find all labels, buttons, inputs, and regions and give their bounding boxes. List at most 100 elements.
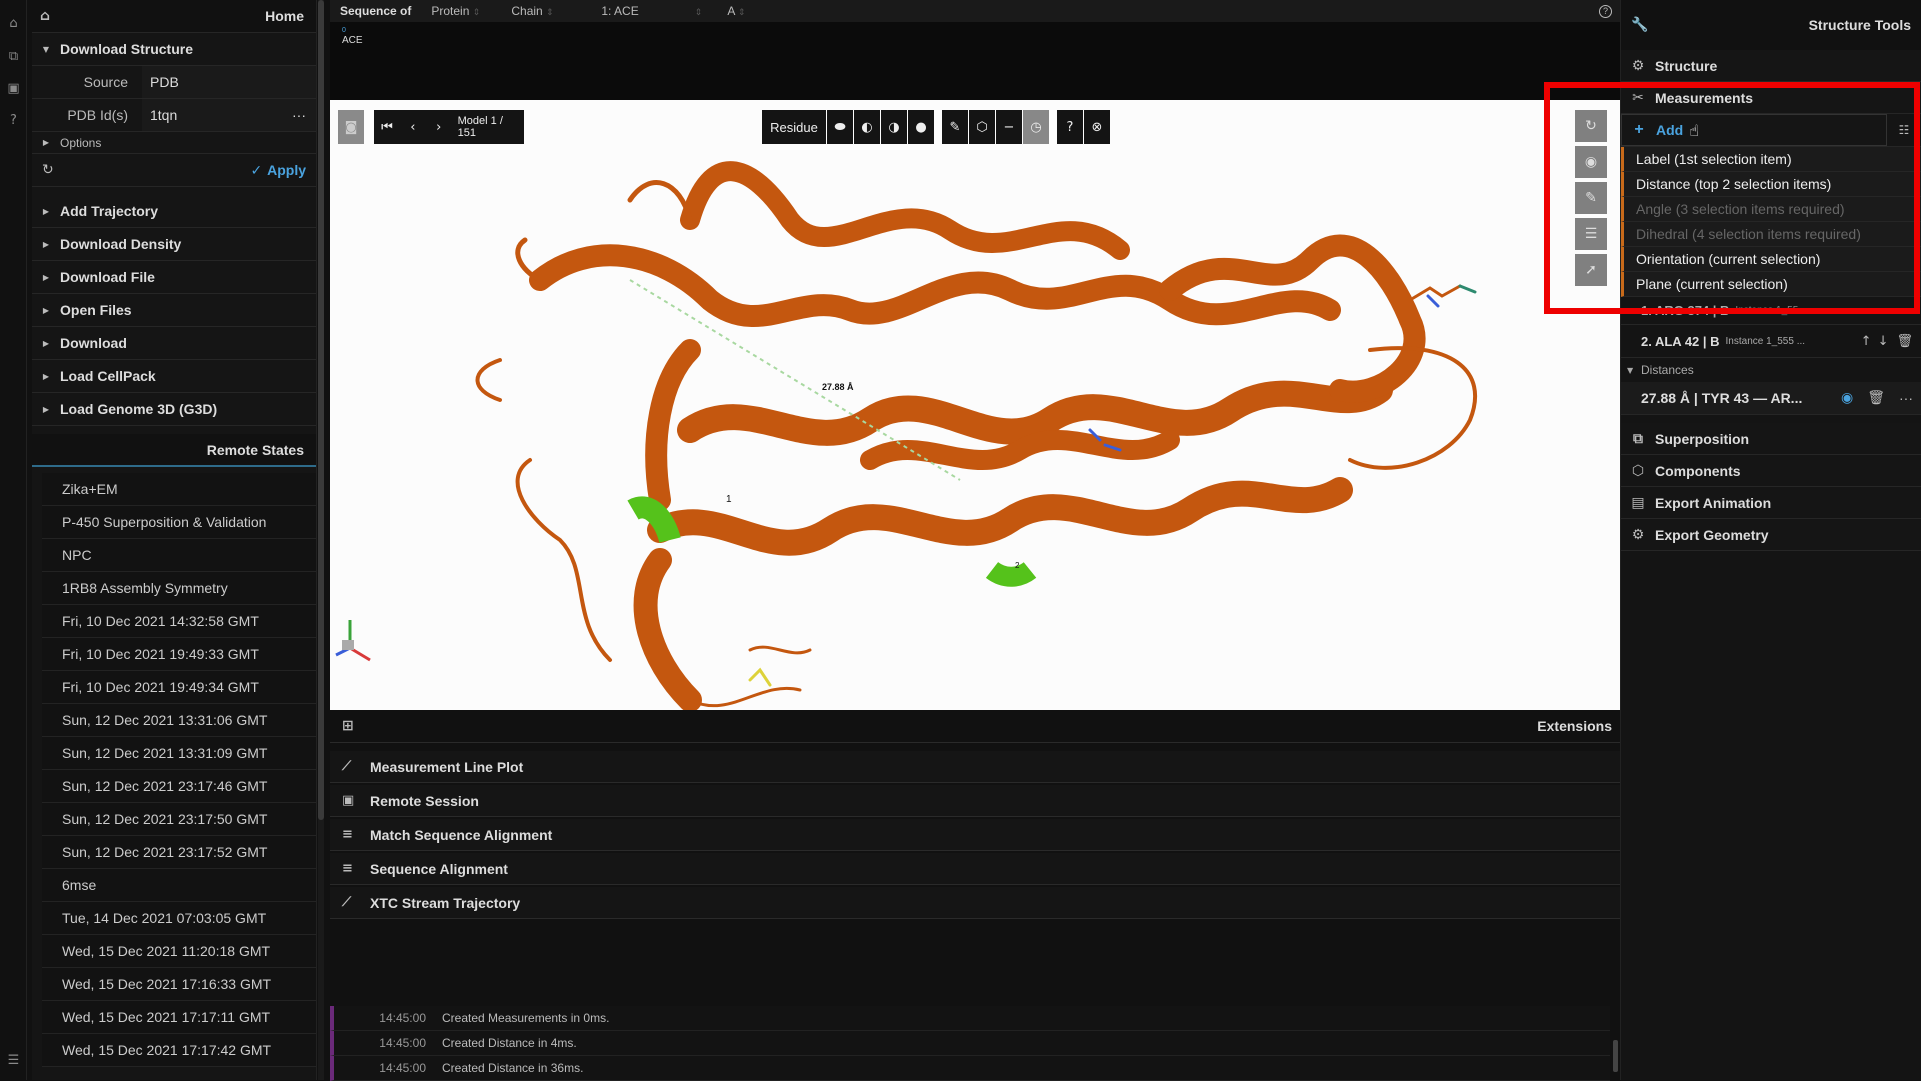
cube-icon[interactable]: ⬡ (969, 110, 995, 144)
add-selection-icon[interactable]: ◐ (854, 110, 880, 144)
extension-item[interactable]: ⟋ XTC Stream Trajectory (330, 887, 1620, 919)
section-superposition[interactable]: ⧉ Superposition (1621, 423, 1921, 455)
remote-state-item[interactable]: Wed, 15 Dec 2021 17:16:33 GMT (42, 968, 316, 1001)
prev-model-icon[interactable]: ‹ (400, 120, 426, 135)
clear-icon[interactable]: ⊗ (1084, 110, 1110, 144)
icon-rail: ⌂ ⧉ ▣ ? ☰ (0, 0, 27, 1080)
sequence-residue[interactable]: 0 ACE (330, 22, 1620, 46)
refresh-icon[interactable]: ↻ (42, 162, 54, 178)
trash-icon[interactable]: 🗑 (1896, 334, 1913, 349)
remote-state-item[interactable]: Tue, 14 Dec 2021 07:03:05 GMT (42, 902, 316, 935)
remote-state-item[interactable]: Wed, 15 Dec 2021 11:20:18 GMT (42, 935, 316, 968)
help-icon[interactable]: ? (1599, 4, 1612, 18)
remove-icon[interactable]: − (996, 110, 1022, 144)
pdb-ids-field[interactable]: PDB Id(s) 1tqn ··· (32, 99, 316, 132)
highlight-residue-2[interactable] (985, 561, 1037, 587)
action-item[interactable]: ▶ Open Files (32, 294, 316, 327)
help-icon[interactable]: ? (5, 112, 22, 129)
3d-viewport[interactable]: 27.88 Å 1 2 ◙ ⏮ ‹ › Model 1 / 151 Residu… (330, 100, 1620, 710)
distance-item[interactable]: 27.88 Å | TYR 43 — AR... ◉ 🗑 ··· (1621, 382, 1921, 415)
home-icon[interactable]: ⌂ (5, 15, 22, 32)
source-select[interactable]: PDB (142, 66, 316, 98)
tree-icon[interactable]: ⧉ (5, 48, 22, 65)
remote-state-item[interactable]: Sun, 12 Dec 2021 23:17:50 GMT (42, 803, 316, 836)
grid-icon[interactable]: ⊞ (342, 718, 354, 734)
expand-icon: ▶ (42, 338, 50, 348)
entity-select[interactable]: Protein ⇕ (425, 4, 505, 18)
action-item[interactable]: ▶ Download Density (32, 228, 316, 261)
remote-state-item[interactable]: NPC (42, 539, 316, 572)
help-icon[interactable]: ? (1057, 110, 1083, 144)
remote-state-item[interactable]: 1RB8 Assembly Symmetry (42, 572, 316, 605)
intersect-icon[interactable]: ◑ (881, 110, 907, 144)
extension-item[interactable]: ≡ Match Sequence Alignment (330, 819, 1620, 851)
remote-state-item[interactable]: 6mse (42, 869, 316, 902)
letter-select[interactable]: A ⇕ (721, 4, 761, 18)
screenshot-icon[interactable]: ◙ (338, 110, 364, 144)
structure-section[interactable]: ⚙ Structure (1621, 50, 1921, 82)
action-item[interactable]: ▶ Load Genome 3D (G3D) (32, 393, 316, 426)
move-down-icon[interactable]: ↓ (1878, 334, 1889, 349)
action-label: Download Density (60, 236, 182, 252)
next-model-icon[interactable]: › (426, 120, 452, 135)
action-label: Add Trajectory (60, 203, 159, 219)
section-components[interactable]: ⬡ Components (1621, 455, 1921, 487)
history-icon[interactable]: ◷ (1023, 110, 1049, 144)
remote-state-item[interactable]: Sun, 12 Dec 2021 13:31:09 GMT (42, 737, 316, 770)
more-icon[interactable]: ··· (292, 107, 306, 123)
action-item[interactable]: ▶ Download (32, 327, 316, 360)
remote-state-item[interactable]: P-450 Superposition & Validation (42, 506, 316, 539)
remote-state-item[interactable]: Wed, 15 Dec 2021 17:17:11 GMT (42, 1001, 316, 1034)
remote-state-item[interactable]: Wed, 15 Dec 2021 17:17:42 GMT (42, 1034, 316, 1067)
action-item[interactable]: ▶ Download File (32, 261, 316, 294)
section-export-animation[interactable]: ▤ Export Animation (1621, 487, 1921, 519)
remote-state-item[interactable]: Sun, 12 Dec 2021 23:17:52 GMT (42, 836, 316, 869)
residue-granularity-button[interactable]: Residue (762, 110, 826, 144)
selection-item[interactable]: 2. ALA 42 | B Instance 1_555 ... ↑ ↓ 🗑 (1621, 325, 1921, 358)
select-icon[interactable]: ⬬ (827, 110, 853, 144)
settings-icon[interactable]: ☰ (5, 1052, 22, 1069)
sequence-toolbar: Sequence of Protein ⇕ Chain ⇕ 1: ACE ⇕ A … (330, 0, 1620, 22)
distances-header[interactable]: ▼ Distances (1621, 358, 1921, 382)
left-scrollbar[interactable] (318, 0, 324, 1080)
remote-state-item[interactable]: Sun, 12 Dec 2021 23:17:46 GMT (42, 770, 316, 803)
section-export-geometry[interactable]: ⚙ Export Geometry (1621, 519, 1921, 551)
protein-structure[interactable]: 27.88 Å 1 2 (330, 100, 1620, 710)
extension-label: XTC Stream Trajectory (370, 894, 521, 911)
center-area: Sequence of Protein ⇕ Chain ⇕ 1: ACE ⇕ A … (330, 0, 1620, 1081)
remote-state-item[interactable]: Fri, 10 Dec 2021 14:32:58 GMT (42, 605, 316, 638)
chain-select[interactable]: 1: ACE ⇕ (595, 4, 721, 18)
log-scrollbar[interactable] (1613, 1040, 1618, 1072)
options-toggle[interactable]: ▶ Options (32, 132, 316, 154)
subtract-icon[interactable]: ● (908, 110, 934, 144)
remote-states-title: Remote States (206, 441, 304, 458)
download-structure-header[interactable]: ▼ Download Structure (32, 33, 316, 66)
move-up-icon[interactable]: ↑ (1861, 334, 1878, 349)
action-item[interactable]: ▶ Add Trajectory (32, 195, 316, 228)
session-icon[interactable]: ▣ (5, 80, 22, 97)
eye-icon[interactable]: ◉ (1841, 390, 1853, 406)
source-field[interactable]: Source PDB (32, 66, 316, 99)
remote-state-item[interactable]: Fri, 10 Dec 2021 19:49:34 GMT (42, 671, 316, 704)
remote-state-item[interactable]: Zika+EM (42, 473, 316, 506)
action-item[interactable]: ▶ Load CellPack (32, 360, 316, 393)
pdb-ids-input[interactable]: 1tqn ··· (142, 99, 316, 131)
extension-item[interactable]: ▣ Remote Session (330, 785, 1620, 817)
remote-state-item[interactable]: Fri, 10 Dec 2021 19:49:33 GMT (42, 638, 316, 671)
brush-icon[interactable]: ✎ (942, 110, 968, 144)
extension-item[interactable]: ≡ Sequence Alignment (330, 853, 1620, 885)
home-icon[interactable]: ⌂ (40, 8, 50, 24)
remote-state-item[interactable]: Sun, 12 Dec 2021 13:31:06 GMT (42, 704, 316, 737)
more-icon[interactable]: ··· (1899, 390, 1913, 406)
trash-icon[interactable]: 🗑 (1867, 390, 1885, 406)
home-title: Home (265, 8, 304, 24)
scroll-thumb[interactable] (318, 0, 324, 820)
mode-select[interactable]: Chain ⇕ (505, 4, 595, 18)
residue-label-2: 2 (1015, 561, 1020, 570)
selection-detail: Instance 1_555 ... (1725, 335, 1806, 347)
first-model-icon[interactable]: ⏮ (374, 120, 400, 135)
wrench-icon: 🔧 (1631, 17, 1649, 33)
apply-button[interactable]: ✓ Apply (251, 162, 307, 179)
distance-item-label: 27.88 Å | TYR 43 — AR... (1641, 390, 1803, 406)
extension-item[interactable]: ⟋ Measurement Line Plot (330, 751, 1620, 783)
